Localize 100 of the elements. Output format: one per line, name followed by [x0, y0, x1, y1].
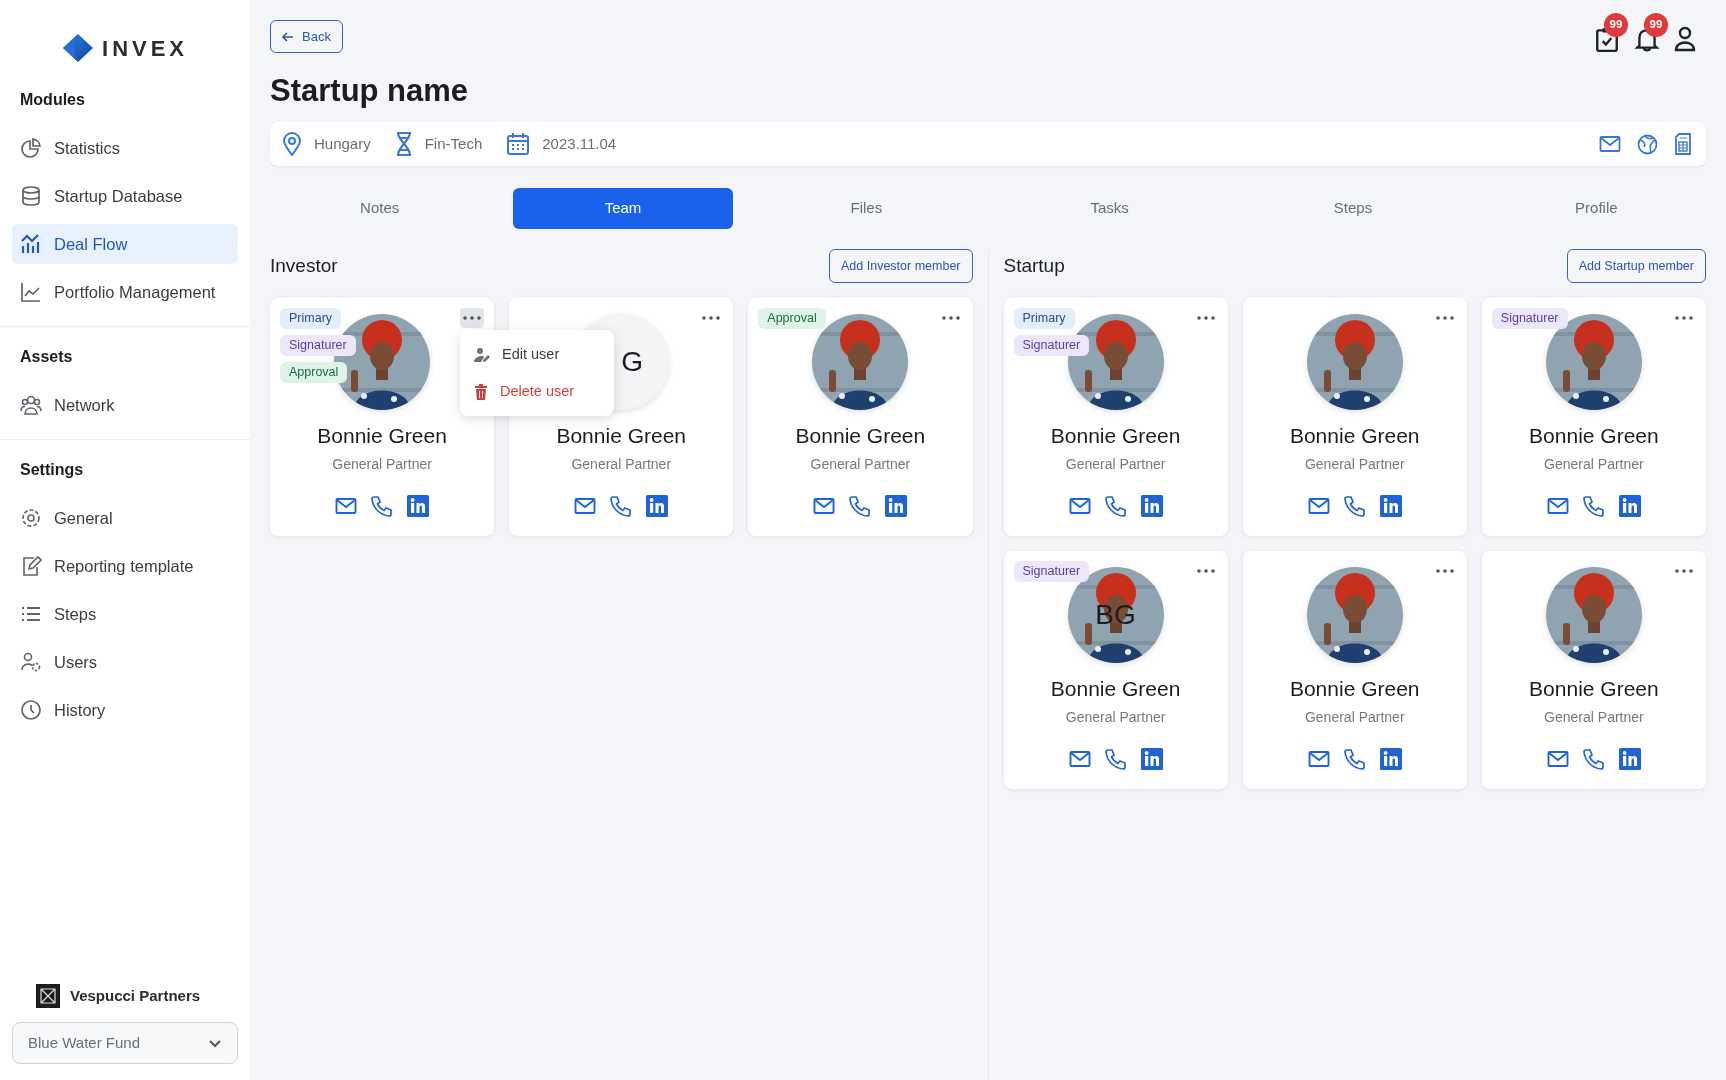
role-tag: Approval	[758, 308, 826, 329]
more-icon	[702, 316, 721, 320]
mail-icon[interactable]	[1546, 750, 1569, 768]
mail-icon[interactable]	[335, 497, 358, 515]
database-icon	[20, 185, 42, 207]
member-role: General Partner	[1544, 708, 1644, 727]
mail-icon[interactable]	[1599, 135, 1621, 153]
linkedin-icon[interactable]	[1618, 748, 1641, 770]
notification-count-badge: 99	[1644, 13, 1668, 37]
line-chart-icon	[20, 281, 42, 303]
linkedin-icon[interactable]	[1379, 495, 1402, 517]
sidebar-item[interactable]: Network	[12, 385, 238, 425]
tab[interactable]: Notes	[270, 188, 490, 229]
linkedin-icon[interactable]	[1140, 748, 1163, 770]
role-tag: Signaturer	[1013, 561, 1090, 582]
add-member-button[interactable]: Add Startup member	[1566, 249, 1706, 283]
mail-icon[interactable]	[1307, 750, 1330, 768]
phone-icon[interactable]	[1582, 495, 1605, 517]
logo-icon	[62, 33, 95, 63]
tab[interactable]: Files	[756, 188, 976, 229]
mail-icon[interactable]	[574, 497, 597, 515]
member-role: General Partner	[1065, 708, 1166, 727]
sidebar-item[interactable]: Steps	[12, 594, 238, 634]
role-tag: Approval	[280, 362, 348, 383]
member-name: Bonnie Green	[317, 423, 447, 449]
tab[interactable]: Team	[513, 188, 733, 229]
member-role: General Partner	[1544, 455, 1644, 474]
menu-item[interactable]: Delete user	[460, 373, 614, 410]
member-name: Bonnie Green	[1529, 676, 1659, 702]
phone-icon[interactable]	[610, 495, 633, 517]
more-icon	[941, 316, 960, 320]
more-options-button[interactable]	[460, 308, 485, 328]
organization-logo-icon	[36, 984, 60, 1008]
notification-count-badge: 99	[1604, 13, 1628, 37]
menu-item[interactable]: Edit user	[460, 336, 614, 373]
section-heading: Startup	[1003, 253, 1065, 278]
user-icon[interactable]	[1674, 26, 1696, 52]
document-icon[interactable]	[1674, 133, 1692, 155]
member-role: General Partner	[332, 455, 432, 474]
linkedin-icon[interactable]	[1618, 495, 1641, 517]
tab[interactable]: Tasks	[1000, 188, 1220, 229]
sidebar-item[interactable]: Startup Database	[12, 176, 238, 216]
phone-icon[interactable]	[1343, 495, 1366, 517]
role-tag: Primary	[280, 308, 342, 329]
member-role: General Partner	[571, 455, 672, 474]
fund-select[interactable]: Blue Water Fund	[12, 1022, 238, 1064]
location-pin-icon	[282, 132, 302, 156]
mail-icon[interactable]	[1068, 497, 1091, 515]
member-role: General Partner	[810, 455, 911, 474]
phone-icon[interactable]	[1104, 748, 1127, 770]
more-icon	[1435, 316, 1454, 320]
trash-icon	[474, 383, 488, 400]
mail-icon[interactable]	[813, 497, 836, 515]
role-tag: Signaturer	[280, 335, 356, 356]
sidebar-item[interactable]: Statistics	[12, 128, 238, 168]
tab[interactable]: Steps	[1243, 188, 1463, 229]
sidebar-item[interactable]: Users	[12, 642, 238, 682]
sidebar-item[interactable]: Portfolio Management	[12, 272, 238, 312]
globe-icon[interactable]	[1637, 133, 1658, 155]
mail-icon[interactable]	[1068, 750, 1091, 768]
member-name: Bonnie Green	[795, 423, 926, 449]
back-button[interactable]: Back	[270, 20, 343, 53]
member-role: General Partner	[1065, 455, 1166, 474]
section-heading: Investor	[270, 253, 338, 278]
member-name: Bonnie Green	[556, 423, 687, 449]
phone-icon[interactable]	[1582, 748, 1605, 770]
user-settings-icon	[20, 651, 42, 673]
more-icon	[1675, 569, 1693, 573]
pie-chart-icon	[20, 137, 42, 159]
more-icon	[1675, 316, 1693, 320]
settings-icon	[20, 507, 42, 529]
member-role: General Partner	[1304, 708, 1405, 727]
phone-icon[interactable]	[1104, 495, 1127, 517]
edit-icon	[20, 555, 42, 577]
sidebar-item[interactable]: History	[12, 690, 238, 730]
phone-icon[interactable]	[371, 495, 394, 517]
linkedin-icon[interactable]	[407, 495, 430, 517]
chevron-down-icon	[208, 1038, 222, 1048]
mail-icon[interactable]	[1307, 497, 1330, 515]
info-text: Hungary	[314, 133, 371, 154]
sidebar-item[interactable]: General	[12, 498, 238, 538]
sidebar-item[interactable]: Deal Flow	[12, 224, 238, 264]
more-icon	[1196, 569, 1215, 573]
sidebar-item[interactable]: Reporting template	[12, 546, 238, 586]
member-name: Bonnie Green	[1289, 676, 1420, 702]
organization-name: Vespucci Partners	[70, 985, 201, 1006]
arrow-left-icon	[282, 31, 294, 42]
linkedin-icon[interactable]	[1379, 748, 1402, 770]
phone-icon[interactable]	[849, 495, 872, 517]
linkedin-icon[interactable]	[1140, 495, 1163, 517]
linkedin-icon[interactable]	[646, 495, 669, 517]
phone-icon[interactable]	[1343, 748, 1366, 770]
linkedin-icon[interactable]	[885, 495, 908, 517]
tab[interactable]: Profile	[1486, 188, 1706, 229]
member-name: Bonnie Green	[1050, 676, 1181, 702]
section-title: Settings	[19, 460, 85, 480]
more-icon	[1196, 316, 1215, 320]
add-member-button[interactable]: Add Investor member	[829, 249, 973, 283]
mail-icon[interactable]	[1546, 497, 1569, 515]
logo-text: INVEX	[102, 34, 188, 63]
